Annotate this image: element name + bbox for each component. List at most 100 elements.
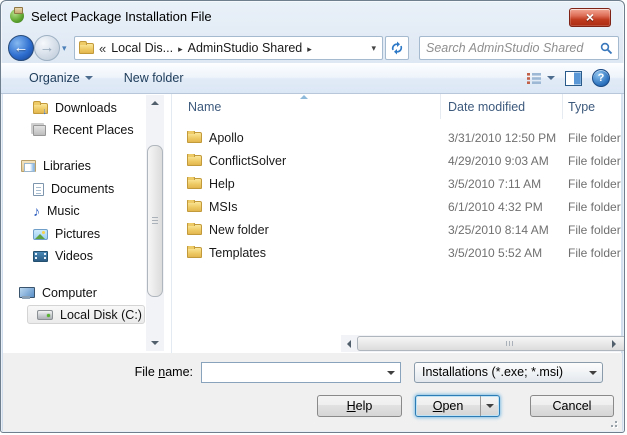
file-name-combobox[interactable] — [201, 362, 401, 383]
cancel-button[interactable]: Cancel — [530, 395, 614, 417]
open-button[interactable]: Open — [415, 395, 500, 417]
scroll-up-button[interactable] — [146, 95, 164, 111]
breadcrumb-chevron-icon[interactable] — [178, 41, 183, 55]
sidebar-item-label: Local Disk (C:) — [60, 308, 142, 322]
address-dropdown-icon[interactable]: ▾ — [371, 43, 378, 54]
computer-icon — [19, 287, 35, 300]
sidebar-item-music[interactable]: Music — [33, 201, 80, 221]
music-icon — [33, 203, 40, 219]
command-toolbar: Organize New folder ? — [1, 63, 624, 94]
new-folder-button[interactable]: New folder — [124, 71, 184, 85]
scrollbar-thumb[interactable] — [357, 336, 625, 351]
forward-button[interactable]: → — [34, 35, 60, 61]
search-box — [419, 36, 619, 60]
sidebar-item-videos[interactable]: Videos — [33, 246, 93, 266]
recent-places-icon — [33, 125, 46, 136]
select-package-dialog: Select Package Installation File × ← → ▾… — [0, 0, 625, 433]
sort-ascending-icon — [300, 95, 308, 99]
sidebar-item-label: Videos — [55, 249, 93, 263]
file-date: 3/5/2010 5:52 AM — [441, 246, 563, 260]
file-row-templates[interactable]: Templates 3/5/2010 5:52 AM File folder — [172, 241, 621, 264]
chevron-down-icon[interactable] — [387, 371, 395, 375]
file-type: File folder — [563, 154, 621, 168]
sidebar-item-recent-places[interactable]: Recent Places — [33, 120, 134, 140]
documents-icon — [33, 183, 44, 196]
file-row-apollo[interactable]: Apollo 3/31/2010 12:50 PM File folder — [172, 126, 621, 149]
sidebar-item-documents[interactable]: Documents — [33, 179, 114, 199]
open-button-label[interactable]: Open — [416, 396, 480, 416]
sidebar-item-downloads[interactable]: Downloads — [33, 98, 117, 118]
file-name: Templates — [209, 246, 266, 260]
folder-icon — [187, 155, 202, 166]
back-button[interactable]: ← — [8, 35, 34, 61]
scrollbar-thumb[interactable] — [147, 145, 163, 297]
open-split-dropdown[interactable] — [480, 396, 499, 416]
file-type: File folder — [563, 246, 621, 260]
file-type: File folder — [563, 200, 621, 214]
help-icon[interactable]: ? — [592, 69, 610, 87]
breadcrumb-overflow-icon[interactable] — [99, 41, 106, 56]
sidebar-item-libraries[interactable]: Libraries — [21, 156, 91, 176]
resize-grip[interactable] — [607, 417, 617, 427]
sidebar-item-computer[interactable]: Computer — [19, 283, 97, 303]
file-name-label: File name: — [101, 365, 193, 379]
scroll-left-button[interactable] — [341, 335, 356, 352]
organize-label: Organize — [29, 71, 80, 85]
file-date: 3/5/2010 7:11 AM — [441, 177, 563, 191]
downloads-icon — [33, 103, 48, 114]
file-row-msis[interactable]: MSIs 6/1/2010 4:32 PM File folder — [172, 195, 621, 218]
file-type: File folder — [563, 177, 621, 191]
chevron-down-icon — [85, 76, 93, 80]
help-button[interactable]: Help — [317, 395, 402, 417]
sidebar-item-pictures[interactable]: Pictures — [33, 224, 100, 244]
change-view-button[interactable] — [526, 72, 555, 85]
sidebar-item-label: Downloads — [55, 101, 117, 115]
file-type: File folder — [563, 223, 621, 237]
libraries-icon — [21, 160, 36, 172]
file-date: 3/25/2010 8:14 AM — [441, 223, 563, 237]
triangle-down-icon — [151, 341, 159, 345]
breadcrumb[interactable]: Local Dis... AdminStudio Shared ▾ — [74, 36, 383, 60]
file-row-help[interactable]: Help 3/5/2010 7:11 AM File folder — [172, 172, 621, 195]
new-folder-label: New folder — [124, 71, 184, 85]
scroll-right-button[interactable] — [606, 335, 621, 352]
file-date: 6/1/2010 4:32 PM — [441, 200, 563, 214]
pictures-icon — [33, 229, 48, 240]
file-name: ConflictSolver — [209, 154, 286, 168]
search-icon[interactable] — [600, 42, 613, 55]
file-date: 3/31/2010 12:50 PM — [441, 131, 563, 145]
main-area: Downloads Recent Places Libraries Docume… — [3, 94, 621, 353]
refresh-icon — [390, 41, 404, 55]
folder-icon — [187, 224, 202, 235]
search-input[interactable] — [426, 38, 594, 58]
file-date: 4/29/2010 9:03 AM — [441, 154, 563, 168]
folder-icon — [187, 247, 202, 258]
list-horizontal-scrollbar[interactable] — [341, 335, 621, 352]
breadcrumb-chevron-icon[interactable] — [307, 41, 312, 55]
close-button[interactable]: × — [569, 8, 611, 27]
history-dropdown-icon[interactable]: ▾ — [62, 43, 67, 54]
file-name-input[interactable] — [205, 364, 380, 381]
file-row-conflictsolver[interactable]: ConflictSolver 4/29/2010 9:03 AM File fo… — [172, 149, 621, 172]
chevron-down-icon — [547, 76, 555, 80]
title-bar[interactable]: Select Package Installation File × — [1, 1, 624, 32]
sidebar-item-local-disk-c[interactable]: Local Disk (C:) — [27, 305, 145, 324]
organize-button[interactable]: Organize — [29, 71, 93, 85]
file-name: Apollo — [209, 131, 244, 145]
file-type-dropdown[interactable]: Installations (*.exe; *.msi) — [414, 362, 603, 383]
refresh-button[interactable] — [385, 36, 409, 60]
file-name: New folder — [209, 223, 269, 237]
breadcrumb-segment[interactable]: Local Dis... — [111, 41, 173, 55]
triangle-left-icon — [347, 340, 351, 348]
file-row-new-folder[interactable]: New folder 3/25/2010 8:14 AM File folder — [172, 218, 621, 241]
chevron-down-icon — [486, 404, 494, 408]
column-header-date-modified[interactable]: Date modified — [441, 94, 563, 119]
sidebar-scrollbar[interactable] — [146, 95, 164, 351]
breadcrumb-segment[interactable]: AdminStudio Shared — [188, 41, 303, 55]
column-header-type[interactable]: Type — [563, 94, 621, 119]
preview-pane-button[interactable] — [565, 71, 582, 86]
views-icon — [526, 72, 542, 85]
scroll-down-button[interactable] — [146, 335, 164, 351]
file-name: MSIs — [209, 200, 237, 214]
sidebar-item-label: Pictures — [55, 227, 100, 241]
